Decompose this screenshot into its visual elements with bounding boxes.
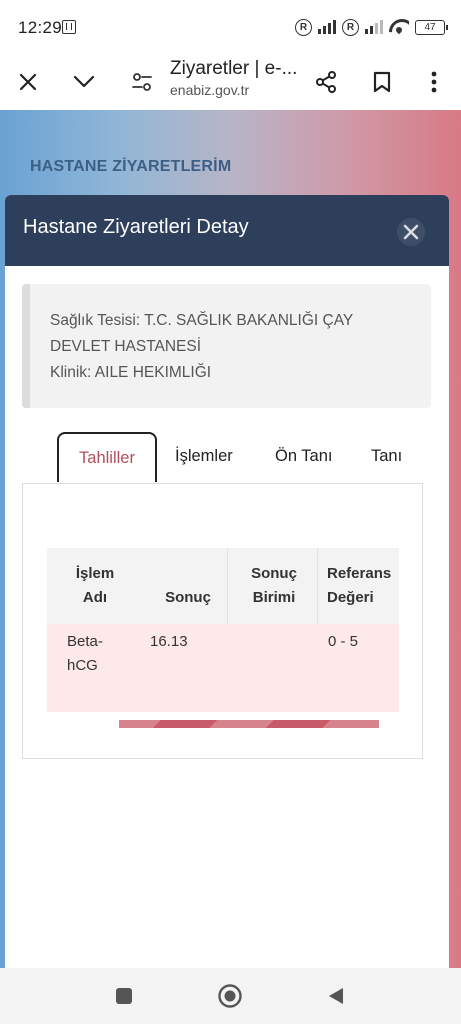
cell-islem-adi: Beta- hCG xyxy=(67,633,103,674)
status-icons: R R 47 xyxy=(295,17,448,37)
column-divider xyxy=(227,548,228,624)
signal-icon xyxy=(318,20,336,34)
table-header-row: İşlem Adı Sonuç Sonuç Birimi Referans De… xyxy=(47,548,399,624)
header-sonuc: Sonuç xyxy=(165,589,211,606)
signal-weak-icon xyxy=(365,20,383,34)
facility-line-1: Sağlık Tesisi: T.C. SAĞLIK BAKANLIĞI ÇAY xyxy=(50,312,354,329)
close-icon xyxy=(19,73,37,91)
bookmark-button[interactable] xyxy=(362,62,402,102)
roaming-icon: R xyxy=(295,18,312,36)
visit-detail-modal: Hastane Ziyaretleri Detay Sağlık Tesisi:… xyxy=(5,195,449,968)
circle-icon xyxy=(218,984,242,1008)
table-row[interactable]: Beta- hCG 16.13 0 - 5 xyxy=(47,624,399,712)
system-nav-bar xyxy=(0,968,461,1024)
modal-title: Hastane Ziyaretleri Detay xyxy=(23,216,249,238)
results-table[interactable]: İşlem Adı Sonuç Sonuç Birimi Referans De… xyxy=(47,548,399,714)
bookmark-icon xyxy=(373,71,391,93)
column-divider xyxy=(317,548,318,624)
header-sonuc-birimi: Sonuç Birimi xyxy=(251,565,297,606)
clinic-line: Klinik: AILE HEKIMLIĞI xyxy=(50,364,212,381)
header-referans-degeri: Referans Değeri xyxy=(327,565,392,606)
tab-tani[interactable]: Tanı xyxy=(371,447,402,466)
page-title[interactable]: Ziyaretler | e-... xyxy=(170,58,297,80)
modal-header: Hastane Ziyaretleri Detay xyxy=(5,195,449,266)
battery-icon: 47 xyxy=(415,19,448,35)
close-icon xyxy=(403,224,419,240)
tab-tahliller[interactable]: Tahliller xyxy=(57,432,157,482)
tab-on-tani[interactable]: Ön Tanı xyxy=(275,447,332,466)
share-button[interactable] xyxy=(306,62,346,102)
status-bar: 12:29 R R 47 xyxy=(0,0,461,54)
more-options-button[interactable] xyxy=(414,62,454,102)
tune-icon xyxy=(132,73,152,91)
header-islem-adi: İşlem Adı xyxy=(75,565,115,606)
more-vert-icon xyxy=(431,71,437,93)
home-button[interactable] xyxy=(216,982,244,1010)
roaming-icon-2: R xyxy=(342,18,359,36)
page-url[interactable]: enabiz.gov.tr xyxy=(170,82,249,98)
close-tab-button[interactable] xyxy=(8,62,48,102)
nfc-icon xyxy=(62,20,76,34)
cell-referans-degeri: 0 - 5 xyxy=(328,633,359,650)
section-heading: HASTANE ZİYARETLERİM xyxy=(30,158,232,175)
chevron-down-icon xyxy=(73,75,95,88)
back-button[interactable] xyxy=(322,982,350,1010)
facility-line-2: DEVLET HASTANESİ xyxy=(50,338,202,355)
share-icon xyxy=(316,71,336,93)
square-icon xyxy=(116,988,132,1004)
modal-close-button[interactable] xyxy=(397,218,425,246)
site-settings-button[interactable] xyxy=(122,62,162,102)
status-time: 12:29 xyxy=(18,18,63,37)
browser-toolbar: Ziyaretler | e-... enabiz.gov.tr xyxy=(0,54,461,110)
recents-button[interactable] xyxy=(110,982,138,1010)
triangle-back-icon xyxy=(329,988,343,1004)
wifi-icon xyxy=(389,19,409,35)
collapse-button[interactable] xyxy=(64,62,104,102)
table-horizontal-scrollbar[interactable] xyxy=(119,720,379,728)
tab-panel-tahliller: İşlem Adı Sonuç Sonuç Birimi Referans De… xyxy=(22,483,423,759)
visit-info-box: Sağlık Tesisi: T.C. SAĞLIK BAKANLIĞI ÇAY… xyxy=(22,284,431,408)
cell-sonuc: 16.13 xyxy=(150,633,188,650)
tab-islemler[interactable]: İşlemler xyxy=(175,447,233,466)
